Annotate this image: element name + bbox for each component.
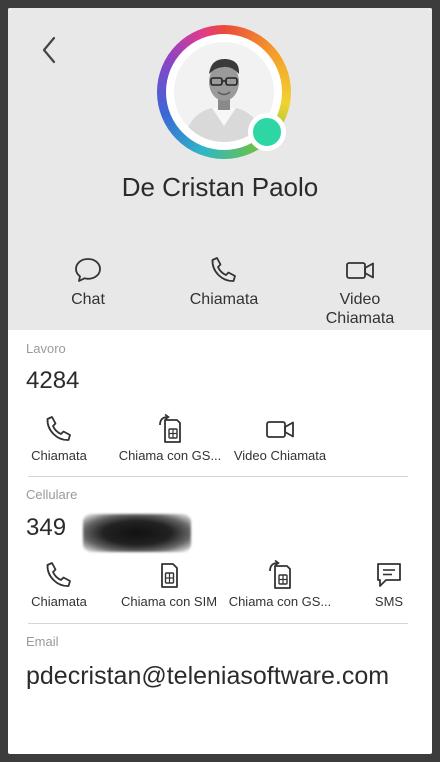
chat-label: Chat [71,291,105,308]
work-call-label: Chiamata [31,448,87,463]
video-camera-icon [266,421,294,438]
sms-label: SMS [374,594,404,609]
mobile-number[interactable]: 349 [26,514,66,542]
mobile-section-label: Cellulare [26,487,78,502]
phone-icon [46,562,71,587]
video-call-label: Video Chiamata [325,291,395,327]
phone-icon [46,416,71,441]
contact-name: De Cristan Paolo [121,172,319,202]
work-number[interactable]: 4284 [26,367,79,395]
call-label: Chiamata [189,291,259,308]
sim-icon [161,563,178,588]
divider [28,476,408,477]
mobile-call-sim-button[interactable]: Chiama con SIM [114,560,224,609]
mobile-call-label: Chiamata [31,594,87,609]
mobile-call-gsm-button[interactable]: Chiama con GS... [224,560,336,609]
work-video-call-button[interactable]: Video Chiamata [224,414,336,463]
call-button[interactable]: Chiamata [169,256,279,309]
chat-bubble-icon [75,258,101,282]
chat-button[interactable]: Chat [33,256,143,309]
email-section-label: Email [26,634,59,649]
mobile-call-sim-label: Chiama con SIM [120,594,218,609]
email-address[interactable]: pdecristan@teleniasoftware.com [26,662,389,691]
sim-forward-icon [269,560,291,589]
redacted-number [83,514,191,552]
work-video-call-label: Video Chiamata [233,448,327,463]
presence-indicator [248,113,286,151]
mobile-call-gsm-label: Chiama con GS... [228,594,332,609]
phone-icon [211,257,236,282]
work-call-gsm-button[interactable]: Chiama con GS... [114,414,226,463]
sms-icon [377,563,401,587]
video-camera-icon [346,262,374,279]
sms-button[interactable]: SMS [334,560,432,609]
contact-detail-screen: De Cristan Paolo Chat Chiamata Video Chi… [8,8,432,754]
work-call-button[interactable]: Chiamata [8,414,114,463]
mobile-call-button[interactable]: Chiamata [8,560,114,609]
video-call-button[interactable]: Video Chiamata [305,256,415,328]
contact-header: De Cristan Paolo Chat Chiamata Video Chi… [8,8,432,330]
sim-forward-icon [159,414,181,443]
chevron-left-icon [42,36,56,64]
work-section-label: Lavoro [26,341,66,356]
back-button[interactable] [36,30,64,70]
work-call-gsm-label: Chiama con GS... [118,448,222,463]
divider [28,623,408,624]
